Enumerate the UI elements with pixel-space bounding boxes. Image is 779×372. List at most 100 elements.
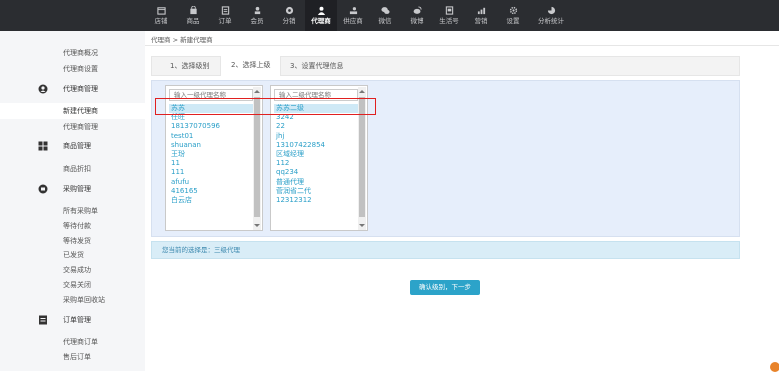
sidebar-group-title: 商品管理 (63, 142, 91, 150)
nav-label: 供应商 (343, 17, 363, 25)
nav-label: 设置 (506, 17, 520, 25)
top-navbar: 店铺 商品 订单 会员 分销 代理商 供应商 微信 微博 生活号 营销 设置 分… (0, 0, 779, 31)
supplier-icon (348, 6, 358, 15)
current-selection-alert: 您当前的选择是：三级代理 (151, 241, 740, 259)
scroll-thumb[interactable] (254, 97, 260, 217)
list-item[interactable]: 18137070596 (169, 122, 255, 131)
list-item[interactable]: test01 (169, 132, 255, 141)
nav-item-agents[interactable]: 代理商 (305, 0, 337, 31)
stats-icon (546, 6, 556, 15)
list-item[interactable]: 22 (274, 122, 360, 131)
user-icon (38, 84, 48, 94)
logo-area (0, 0, 145, 31)
nav-item-wechat[interactable]: 微信 (369, 0, 401, 31)
list-item[interactable]: 416165 (169, 187, 255, 196)
gear-icon (508, 6, 518, 15)
list-item[interactable]: 112 (274, 159, 360, 168)
tab-select-parent[interactable]: 2、选择上级 (220, 56, 282, 76)
distribute-icon (284, 6, 294, 15)
nav-item-members[interactable]: 会员 (241, 0, 273, 31)
list-item[interactable]: 王玢 (169, 150, 255, 159)
tab-select-level[interactable]: 1、选择级别 (160, 57, 219, 75)
sidebar: 代理商概况 代理商设置 代理商管理 新建代理商 代理商管理 商品管理 商品折扣 … (0, 31, 145, 371)
sidebar-item-awaiting-payment[interactable]: 等待付款 (63, 221, 91, 231)
list-item[interactable]: afufu (169, 178, 255, 187)
nav-label: 订单 (218, 17, 232, 25)
sidebar-item-agent-overview[interactable]: 代理商概况 (63, 48, 98, 58)
sidebar-group-title: 采购管理 (63, 185, 91, 193)
nav-label: 分析统计 (538, 17, 564, 25)
weibo-icon (412, 6, 422, 15)
list-item[interactable]: 13107422854 (274, 141, 360, 150)
scroll-thumb[interactable] (359, 97, 365, 217)
nav-item-weibo[interactable]: 微博 (401, 0, 433, 31)
level1-items: 苏苏 任旺 18137070596 test01 shuanan 王玢 11 1… (169, 104, 255, 205)
sidebar-group-purchase-management: 采购管理 (0, 181, 145, 197)
nav-item-orders[interactable]: 订单 (209, 0, 241, 31)
list-item[interactable]: 菅润省二代 (274, 187, 360, 196)
store-icon (156, 6, 166, 15)
nav-item-suppliers[interactable]: 供应商 (337, 0, 369, 31)
nav-label: 会员 (250, 17, 264, 25)
nav-item-store[interactable]: 店铺 (145, 0, 177, 31)
nav-label: 分销 (282, 17, 296, 25)
selection-highlight-box (155, 98, 376, 115)
list-item[interactable]: 111 (169, 168, 255, 177)
doc-icon (38, 315, 48, 325)
list-item[interactable]: shuanan (169, 141, 255, 150)
agent-icon (316, 6, 326, 15)
breadcrumb-divider (145, 45, 779, 46)
sidebar-item-completed[interactable]: 交易成功 (63, 265, 91, 275)
sidebar-item-awaiting-shipment[interactable]: 等待发货 (63, 236, 91, 246)
bag-icon (188, 6, 198, 15)
cart-icon (38, 184, 48, 194)
list-item[interactable]: 12312312 (274, 196, 360, 205)
nav-item-settings[interactable]: 设置 (497, 0, 529, 31)
grid-icon (38, 141, 48, 151)
main-nav: 店铺 商品 订单 会员 分销 代理商 供应商 微信 微博 生活号 营销 设置 分… (145, 0, 573, 31)
scroll-up-icon[interactable] (359, 90, 365, 93)
sidebar-active-arrow (138, 105, 145, 117)
level2-items: 苏苏二级 3242 22 jhj 13107422854 区域经理 112 qq… (274, 104, 360, 205)
wechat-icon (380, 6, 390, 15)
confirm-next-button[interactable]: 确认级别，下一步 (410, 280, 480, 295)
sidebar-item-after-sale-orders[interactable]: 售后订单 (63, 352, 91, 362)
nav-item-goods[interactable]: 商品 (177, 0, 209, 31)
nav-item-stats[interactable]: 分析统计 (529, 0, 573, 31)
member-icon (252, 6, 262, 15)
nav-label: 店铺 (154, 17, 168, 25)
list-item[interactable]: 区域经理 (274, 150, 360, 159)
sidebar-group-title: 代理商管理 (63, 85, 98, 93)
sidebar-item-agent-management[interactable]: 代理商管理 (63, 122, 98, 132)
sidebar-item-recycle-bin[interactable]: 采购单回收站 (63, 295, 105, 305)
breadcrumb: 代理商 > 新建代理商 (151, 36, 213, 44)
tab-set-agent-info[interactable]: 3、设置代理信息 (280, 57, 353, 75)
sidebar-item-new-agent[interactable]: 新建代理商 (63, 106, 98, 116)
sidebar-item-closed[interactable]: 交易关闭 (63, 280, 91, 290)
nav-label: 代理商 (311, 17, 331, 25)
nav-item-distribution[interactable]: 分销 (273, 0, 305, 31)
sidebar-item-agent-settings[interactable]: 代理商设置 (63, 64, 98, 74)
sidebar-item-all-purchases[interactable]: 所有采购单 (63, 206, 98, 216)
list-icon (220, 6, 230, 15)
scroll-down-icon[interactable] (359, 224, 365, 227)
nav-label: 微博 (410, 17, 424, 25)
nav-label: 商品 (186, 17, 200, 25)
list-item[interactable]: 11 (169, 159, 255, 168)
scroll-up-icon[interactable] (254, 90, 260, 93)
nav-item-life[interactable]: 生活号 (433, 0, 465, 31)
sidebar-item-agent-orders[interactable]: 代理商订单 (63, 337, 98, 347)
list-item[interactable]: 白云店 (169, 196, 255, 205)
nav-item-marketing[interactable]: 营销 (465, 0, 497, 31)
list-item[interactable]: 普通代理 (274, 178, 360, 187)
list-item[interactable]: jhj (274, 132, 360, 141)
scroll-down-icon[interactable] (254, 224, 260, 227)
list-item[interactable]: qq234 (274, 168, 360, 177)
sidebar-group-order-management: 订单管理 (0, 312, 145, 328)
nav-label: 生活号 (439, 17, 459, 25)
sidebar-item-shipped[interactable]: 已发货 (63, 250, 84, 260)
sidebar-group-title: 订单管理 (63, 316, 91, 324)
life-icon (444, 6, 454, 15)
sidebar-item-goods-discount[interactable]: 商品折扣 (63, 164, 91, 174)
step-tabs: 1、选择级别 2、选择上级 3、设置代理信息 (151, 56, 740, 76)
